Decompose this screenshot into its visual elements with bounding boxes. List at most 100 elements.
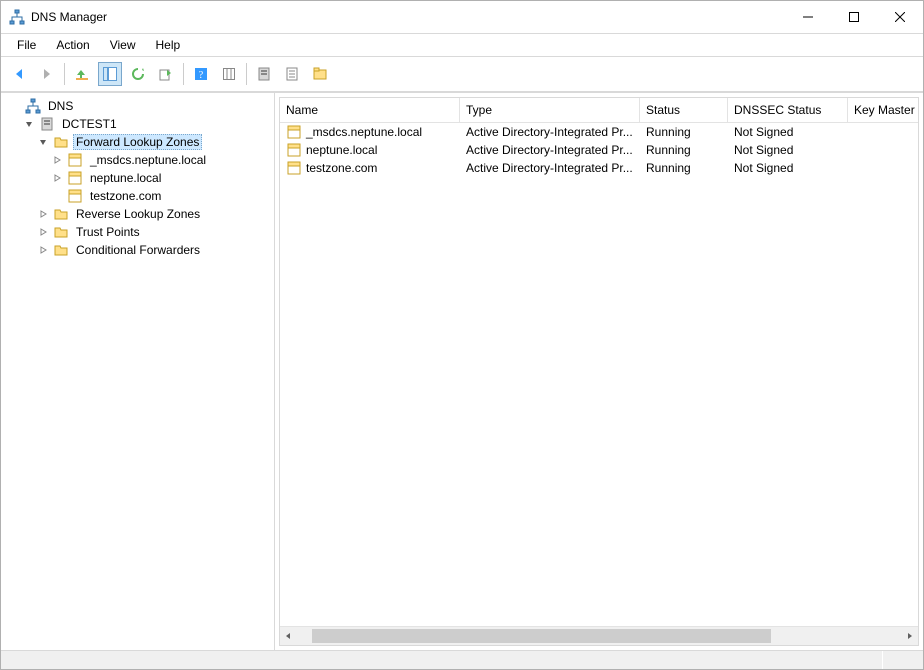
cell-type: Active Directory-Integrated Pr...: [460, 125, 640, 139]
list-pane: Name Type Status DNSSEC Status Key Maste…: [279, 97, 919, 646]
toolbar-sep: [64, 63, 65, 85]
tree-conditional-forwarders[interactable]: Conditional Forwarders: [5, 241, 274, 259]
zone-icon: [67, 170, 83, 186]
list-row[interactable]: neptune.local Active Directory-Integrate…: [280, 141, 918, 159]
refresh-button[interactable]: [126, 62, 150, 86]
up-button[interactable]: [70, 62, 94, 86]
folder-icon: [53, 206, 69, 222]
server-button[interactable]: [252, 62, 276, 86]
zone-icon: [286, 124, 302, 140]
svg-text:?: ?: [199, 70, 204, 81]
scroll-thumb[interactable]: [312, 629, 771, 643]
cell-name: neptune.local: [280, 142, 460, 158]
scroll-left-icon[interactable]: [280, 627, 296, 645]
menubar: File Action View Help: [1, 33, 923, 57]
dns-icon: [25, 98, 41, 114]
cell-type: Active Directory-Integrated Pr...: [460, 143, 640, 157]
cell-dnssec: Not Signed: [728, 161, 848, 175]
chevron-icon: [9, 100, 21, 112]
folder-open-icon: [53, 134, 69, 150]
window-title: DNS Manager: [31, 10, 107, 24]
new-zone-button[interactable]: [308, 62, 332, 86]
window-controls: [785, 1, 923, 33]
zone-icon: [67, 188, 83, 204]
maximize-button[interactable]: [831, 1, 877, 33]
tree-label: Reverse Lookup Zones: [73, 206, 203, 222]
chevron-right-icon[interactable]: [51, 154, 63, 166]
col-key[interactable]: Key Master: [848, 98, 918, 122]
export-button[interactable]: [154, 62, 178, 86]
scroll-right-icon[interactable]: [902, 627, 918, 645]
list-row[interactable]: testzone.com Active Directory-Integrated…: [280, 159, 918, 177]
chevron-blank-icon: [51, 190, 63, 202]
tree-label: Forward Lookup Zones: [73, 134, 202, 150]
titlebar: DNS Manager: [1, 1, 923, 33]
folder-icon: [53, 242, 69, 258]
close-button[interactable]: [877, 1, 923, 33]
tree-reverse-lookup-zones[interactable]: Reverse Lookup Zones: [5, 205, 274, 223]
cell-dnssec: Not Signed: [728, 143, 848, 157]
col-dnssec[interactable]: DNSSEC Status: [728, 98, 848, 122]
zone-icon: [286, 142, 302, 158]
tree-label: _msdcs.neptune.local: [87, 152, 209, 168]
minimize-button[interactable]: [785, 1, 831, 33]
console-tree-button[interactable]: [98, 62, 122, 86]
chevron-down-icon[interactable]: [37, 136, 49, 148]
server-icon: [39, 116, 55, 132]
app-icon: [9, 9, 25, 25]
tree-server[interactable]: DCTEST1: [5, 115, 274, 133]
tree-label: testzone.com: [87, 188, 164, 204]
help-button[interactable]: ?: [189, 62, 213, 86]
toolbar-sep: [183, 63, 184, 85]
tree-label: Trust Points: [73, 224, 143, 240]
tree-root[interactable]: DNS: [5, 97, 274, 115]
list-body[interactable]: _msdcs.neptune.local Active Directory-In…: [280, 123, 918, 626]
col-status[interactable]: Status: [640, 98, 728, 122]
tree-pane[interactable]: DNS DCTEST1 Forward: [1, 93, 275, 650]
tree-forward-lookup-zones[interactable]: Forward Lookup Zones: [5, 133, 274, 151]
dns-manager-window: DNS Manager File Action View Help: [0, 0, 924, 670]
folder-icon: [53, 224, 69, 240]
list-header: Name Type Status DNSSEC Status Key Maste…: [280, 98, 918, 123]
forward-button[interactable]: [35, 62, 59, 86]
cell-dnssec: Not Signed: [728, 125, 848, 139]
main-area: DNS DCTEST1 Forward: [1, 92, 923, 650]
menu-action[interactable]: Action: [46, 36, 99, 54]
tree-label: neptune.local: [87, 170, 164, 186]
cell-name-text: testzone.com: [306, 161, 377, 175]
scroll-track[interactable]: [312, 629, 886, 643]
tree-zone-testzone[interactable]: testzone.com: [5, 187, 274, 205]
tree-label: Conditional Forwarders: [73, 242, 203, 258]
chevron-right-icon[interactable]: [37, 226, 49, 238]
columns-button[interactable]: [217, 62, 241, 86]
chevron-right-icon[interactable]: [51, 172, 63, 184]
cell-status: Running: [640, 143, 728, 157]
tree-label: DNS: [45, 98, 76, 114]
zone-icon: [286, 160, 302, 176]
zone-icon: [67, 152, 83, 168]
col-type[interactable]: Type: [460, 98, 640, 122]
tree-zone-neptune[interactable]: neptune.local: [5, 169, 274, 187]
toolbar-sep: [246, 63, 247, 85]
chevron-right-icon[interactable]: [37, 244, 49, 256]
back-button[interactable]: [7, 62, 31, 86]
menu-file[interactable]: File: [7, 36, 46, 54]
menu-help[interactable]: Help: [146, 36, 191, 54]
cell-name-text: _msdcs.neptune.local: [306, 125, 422, 139]
tree-zone-msdcs[interactable]: _msdcs.neptune.local: [5, 151, 274, 169]
col-name[interactable]: Name: [280, 98, 460, 122]
titlebar-left: DNS Manager: [9, 9, 107, 25]
cell-name: _msdcs.neptune.local: [280, 124, 460, 140]
properties-button[interactable]: [280, 62, 304, 86]
tree-trust-points[interactable]: Trust Points: [5, 223, 274, 241]
list-row[interactable]: _msdcs.neptune.local Active Directory-In…: [280, 123, 918, 141]
cell-type: Active Directory-Integrated Pr...: [460, 161, 640, 175]
tree-label: DCTEST1: [59, 116, 120, 132]
chevron-right-icon[interactable]: [37, 208, 49, 220]
statusbar: [1, 650, 923, 669]
horizontal-scrollbar[interactable]: [280, 626, 918, 645]
menu-view[interactable]: View: [100, 36, 146, 54]
cell-name-text: neptune.local: [306, 143, 377, 157]
chevron-down-icon[interactable]: [23, 118, 35, 130]
cell-status: Running: [640, 125, 728, 139]
